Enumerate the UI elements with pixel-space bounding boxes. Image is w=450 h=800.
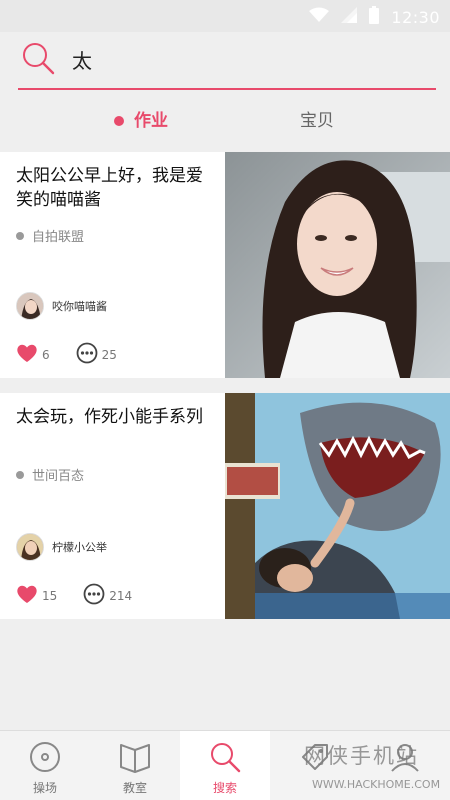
bottom-nav: 操场 教室 搜索 (0, 730, 450, 800)
comment-count: 214 (109, 588, 133, 603)
wifi-icon (309, 7, 330, 27)
like-count: 15 (42, 588, 58, 603)
search-icon (209, 741, 241, 773)
tag-icon (299, 741, 331, 773)
author-name[interactable]: 咬你喵喵酱 (52, 298, 107, 314)
nav-search[interactable]: 搜索 (180, 731, 270, 800)
comment-icon[interactable] (76, 342, 98, 367)
battery-icon (369, 6, 380, 28)
post-photo[interactable] (225, 152, 450, 378)
status-time: 12:30 (391, 7, 440, 27)
post-card[interactable]: 太阳公公早上好，我是爱笑的喵喵酱 自拍联盟 咬你喵喵酱 6 25 (0, 152, 450, 378)
heart-icon[interactable] (16, 584, 38, 607)
book-icon (119, 741, 151, 773)
tab-baby[interactable]: 宝贝 (300, 106, 334, 136)
tab-homework-label: 作业 (134, 111, 168, 131)
post-card[interactable]: 太会玩，作死小能手系列 世间百态 柠檬小公举 15 214 (0, 393, 450, 619)
avatar[interactable] (16, 533, 44, 561)
tab-homework[interactable]: 作业 (114, 106, 168, 136)
like-count: 6 (42, 347, 50, 362)
post-tag[interactable]: 自拍联盟 (16, 226, 84, 245)
post-tag-label: 自拍联盟 (32, 230, 85, 245)
post-stats: 6 25 (16, 342, 143, 367)
search-icon[interactable] (20, 40, 56, 76)
search-input[interactable]: 太 (72, 45, 92, 74)
post-stats: 15 214 (16, 583, 158, 608)
like-stat[interactable]: 15 (16, 584, 57, 607)
post-title[interactable]: 太会玩，作死小能手系列 (16, 405, 216, 429)
search-underline (18, 88, 436, 90)
tag-dot-icon (16, 231, 24, 240)
nav-classroom[interactable]: 教室 (90, 731, 180, 800)
heart-icon[interactable] (16, 343, 38, 366)
post-author[interactable]: 咬你喵喵酱 (16, 292, 107, 320)
nav-tag[interactable] (270, 731, 360, 800)
like-stat[interactable]: 6 (16, 343, 50, 366)
nav-label: 操场 (32, 781, 57, 795)
comment-stat[interactable]: 214 (83, 583, 132, 608)
author-name[interactable]: 柠檬小公举 (52, 539, 107, 555)
post-title[interactable]: 太阳公公早上好，我是爱笑的喵喵酱 (16, 164, 216, 212)
nav-label: 教室 (122, 781, 147, 795)
status-bar: 12:30 (0, 0, 450, 32)
search-bar[interactable]: 太 (0, 32, 450, 96)
nav-profile[interactable] (360, 731, 450, 800)
post-tag-label: 世间百态 (32, 469, 85, 484)
record-icon (29, 741, 61, 773)
profile-icon (389, 741, 421, 773)
tag-dot-icon (16, 470, 24, 479)
signal-icon (341, 7, 358, 27)
comment-icon[interactable] (83, 583, 105, 608)
post-info: 太会玩，作死小能手系列 世间百态 柠檬小公举 15 214 (0, 393, 225, 619)
post-tag[interactable]: 世间百态 (16, 465, 84, 484)
post-author[interactable]: 柠檬小公举 (16, 533, 107, 561)
post-info: 太阳公公早上好，我是爱笑的喵喵酱 自拍联盟 咬你喵喵酱 6 25 (0, 152, 225, 378)
tab-baby-label: 宝贝 (300, 111, 334, 131)
nav-playground[interactable]: 操场 (0, 731, 90, 800)
avatar[interactable] (16, 292, 44, 320)
active-dot-icon (114, 116, 124, 126)
status-icons: 12:30 (309, 6, 440, 28)
comment-stat[interactable]: 25 (76, 342, 117, 367)
tab-bar: 作业 宝贝 (0, 96, 450, 146)
nav-label: 搜索 (212, 781, 237, 795)
post-photo[interactable] (225, 393, 450, 619)
comment-count: 25 (101, 347, 117, 362)
